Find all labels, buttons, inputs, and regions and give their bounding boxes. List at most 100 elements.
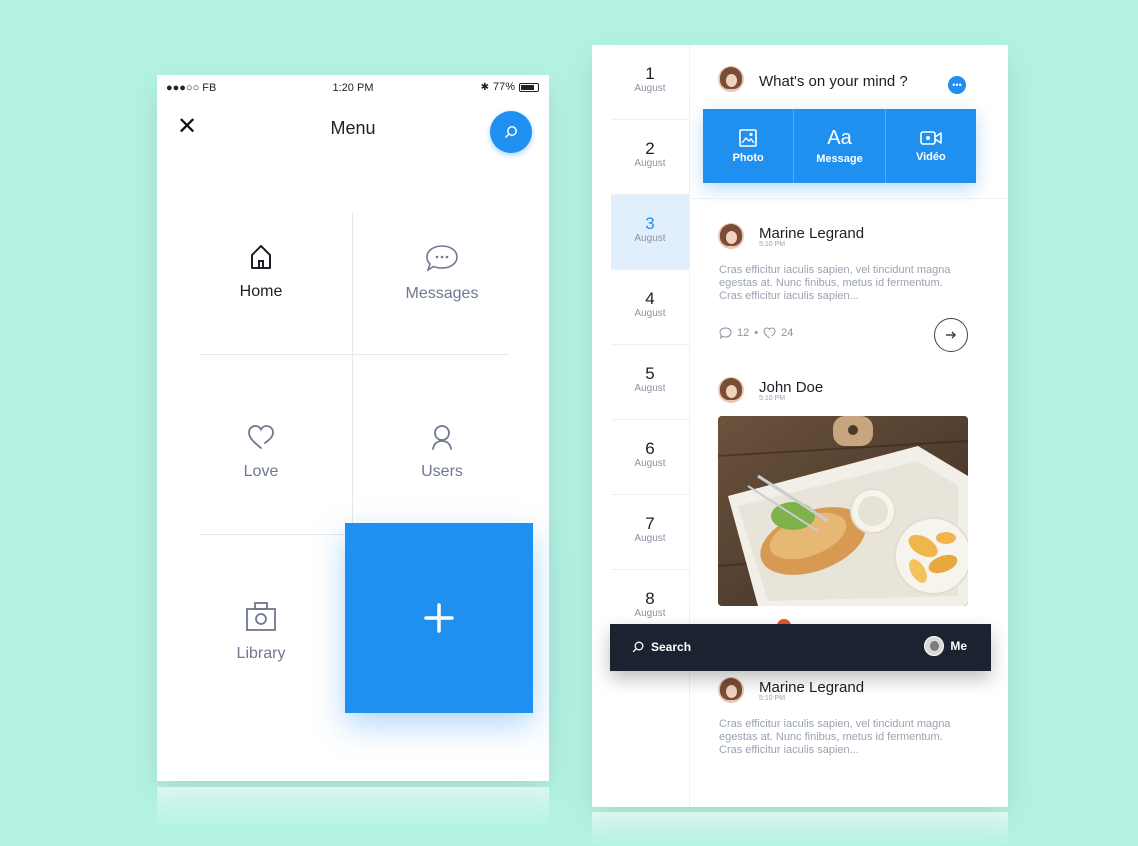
camera-icon xyxy=(246,602,276,631)
menu-item-messages[interactable]: Messages xyxy=(367,243,517,303)
status-bar: ●●●○○ FB 1:20 PM ✱ 77% xyxy=(157,75,549,101)
date-day: 1 xyxy=(645,64,655,83)
menu-screen: ●●●○○ FB 1:20 PM ✱ 77% ✕ Menu Home Messa… xyxy=(157,75,549,781)
text-icon: Aa xyxy=(827,127,852,149)
divider xyxy=(691,198,1008,199)
post-type-options: Photo Aa Message Vidéo xyxy=(703,109,976,183)
user-icon xyxy=(432,425,452,450)
image-icon xyxy=(739,129,757,147)
chat-bubble-icon xyxy=(426,245,458,272)
feed: What's on your mind ? ••• Photo Aa Messa… xyxy=(691,45,1008,807)
battery-status: ✱ 77% xyxy=(481,81,539,93)
menu-item-home[interactable]: Home xyxy=(186,243,336,301)
photo-option[interactable]: Photo xyxy=(703,109,795,183)
post-stats: 12 • 24 xyxy=(719,327,793,339)
date-day: 7 xyxy=(645,514,655,533)
date-month: August xyxy=(634,158,666,169)
heart-icon[interactable] xyxy=(763,327,776,339)
grid-divider xyxy=(199,534,349,535)
date-month: August xyxy=(634,533,666,544)
date-day: 3 xyxy=(645,214,655,233)
menu-header: ✕ Menu xyxy=(157,105,549,153)
avatar xyxy=(718,66,744,92)
menu-item-library[interactable]: Library xyxy=(186,599,336,663)
post-author[interactable]: Marine Legrand xyxy=(759,225,864,242)
menu-item-label: Users xyxy=(421,463,463,480)
menu-item-love[interactable]: Love xyxy=(186,423,336,481)
date-sidebar: 1 August 2 August 3 August 4 August 5 Au… xyxy=(611,45,690,807)
date-month: August xyxy=(634,308,666,319)
composer-prompt[interactable]: What's on your mind ? xyxy=(759,73,908,90)
date-month: August xyxy=(634,233,666,244)
date-item-selected[interactable]: 3 August xyxy=(611,195,689,270)
arrow-right-icon xyxy=(946,331,957,339)
search-label: Search xyxy=(651,640,692,654)
profile-label: Me xyxy=(950,639,967,653)
post-author[interactable]: Marine Legrand xyxy=(759,679,864,696)
bluetooth-icon: ✱ xyxy=(480,81,489,93)
date-month: August xyxy=(634,383,666,394)
food-photo xyxy=(718,416,968,606)
date-day: 4 xyxy=(645,289,655,308)
message-option[interactable]: Aa Message xyxy=(794,109,886,183)
menu-item-label: Love xyxy=(243,463,279,480)
avatar[interactable] xyxy=(718,223,744,249)
post-body: Cras efficitur iaculis sapien, vel tinci… xyxy=(719,718,951,756)
grid-divider xyxy=(352,213,353,573)
search-tab[interactable]: Search xyxy=(632,640,691,654)
menu-item-label: Library xyxy=(236,645,286,662)
plus-icon xyxy=(424,603,454,633)
avatar[interactable] xyxy=(718,677,744,703)
more-icon[interactable]: ••• xyxy=(948,76,966,94)
date-month: August xyxy=(634,608,666,619)
menu-item-label: Messages xyxy=(405,285,479,302)
timeline-screen: 1 August 2 August 3 August 4 August 5 Au… xyxy=(592,45,1008,807)
date-day: 5 xyxy=(645,364,655,383)
heart-icon xyxy=(248,425,274,449)
video-option[interactable]: Vidéo xyxy=(886,109,976,183)
separator-dot: • xyxy=(754,327,759,339)
date-item[interactable]: 5 August xyxy=(611,345,689,420)
date-item[interactable]: 1 August xyxy=(611,45,689,120)
option-label: Photo xyxy=(732,152,764,164)
battery-percent: 77% xyxy=(492,81,515,93)
avatar[interactable] xyxy=(718,377,744,403)
menu-item-label: Home xyxy=(239,283,283,300)
date-item[interactable]: 4 August xyxy=(611,270,689,345)
bottom-bar: Search Me xyxy=(610,624,991,671)
post-author[interactable]: John Doe xyxy=(759,379,823,396)
post-time: 5:10 PM xyxy=(759,695,786,702)
avatar xyxy=(924,636,945,656)
comment-count: 12 xyxy=(737,327,750,339)
post-time: 5:10 PM xyxy=(759,395,786,402)
date-month: August xyxy=(634,458,666,469)
grid-divider xyxy=(199,354,509,355)
search-icon xyxy=(505,126,517,138)
date-day: 6 xyxy=(645,439,655,458)
open-post-button[interactable] xyxy=(934,318,968,352)
video-icon xyxy=(920,131,942,145)
option-label: Message xyxy=(816,153,863,165)
post-time: 5:10 PM xyxy=(759,241,786,248)
option-label: Vidéo xyxy=(915,151,946,163)
reflection xyxy=(157,787,549,827)
profile-tab[interactable]: Me xyxy=(924,636,967,656)
search-icon xyxy=(632,641,644,653)
reflection xyxy=(592,812,1008,846)
like-count: 24 xyxy=(781,327,794,339)
menu-item-users[interactable]: Users xyxy=(367,423,517,481)
date-day: 2 xyxy=(645,139,655,158)
date-item[interactable]: 6 August xyxy=(611,420,689,495)
date-item[interactable]: 2 August xyxy=(611,120,689,195)
search-button[interactable] xyxy=(490,111,532,153)
date-item[interactable]: 7 August xyxy=(611,495,689,570)
comment-icon[interactable] xyxy=(719,327,732,339)
date-month: August xyxy=(634,83,666,94)
add-button[interactable] xyxy=(345,523,533,713)
post-image[interactable] xyxy=(718,416,968,606)
battery-icon xyxy=(519,82,539,92)
home-icon xyxy=(251,245,271,269)
composer[interactable]: What's on your mind ? ••• xyxy=(691,45,1008,113)
post-body: Cras efficitur iaculis sapien, vel tinci… xyxy=(719,264,951,302)
date-day: 8 xyxy=(645,589,655,608)
